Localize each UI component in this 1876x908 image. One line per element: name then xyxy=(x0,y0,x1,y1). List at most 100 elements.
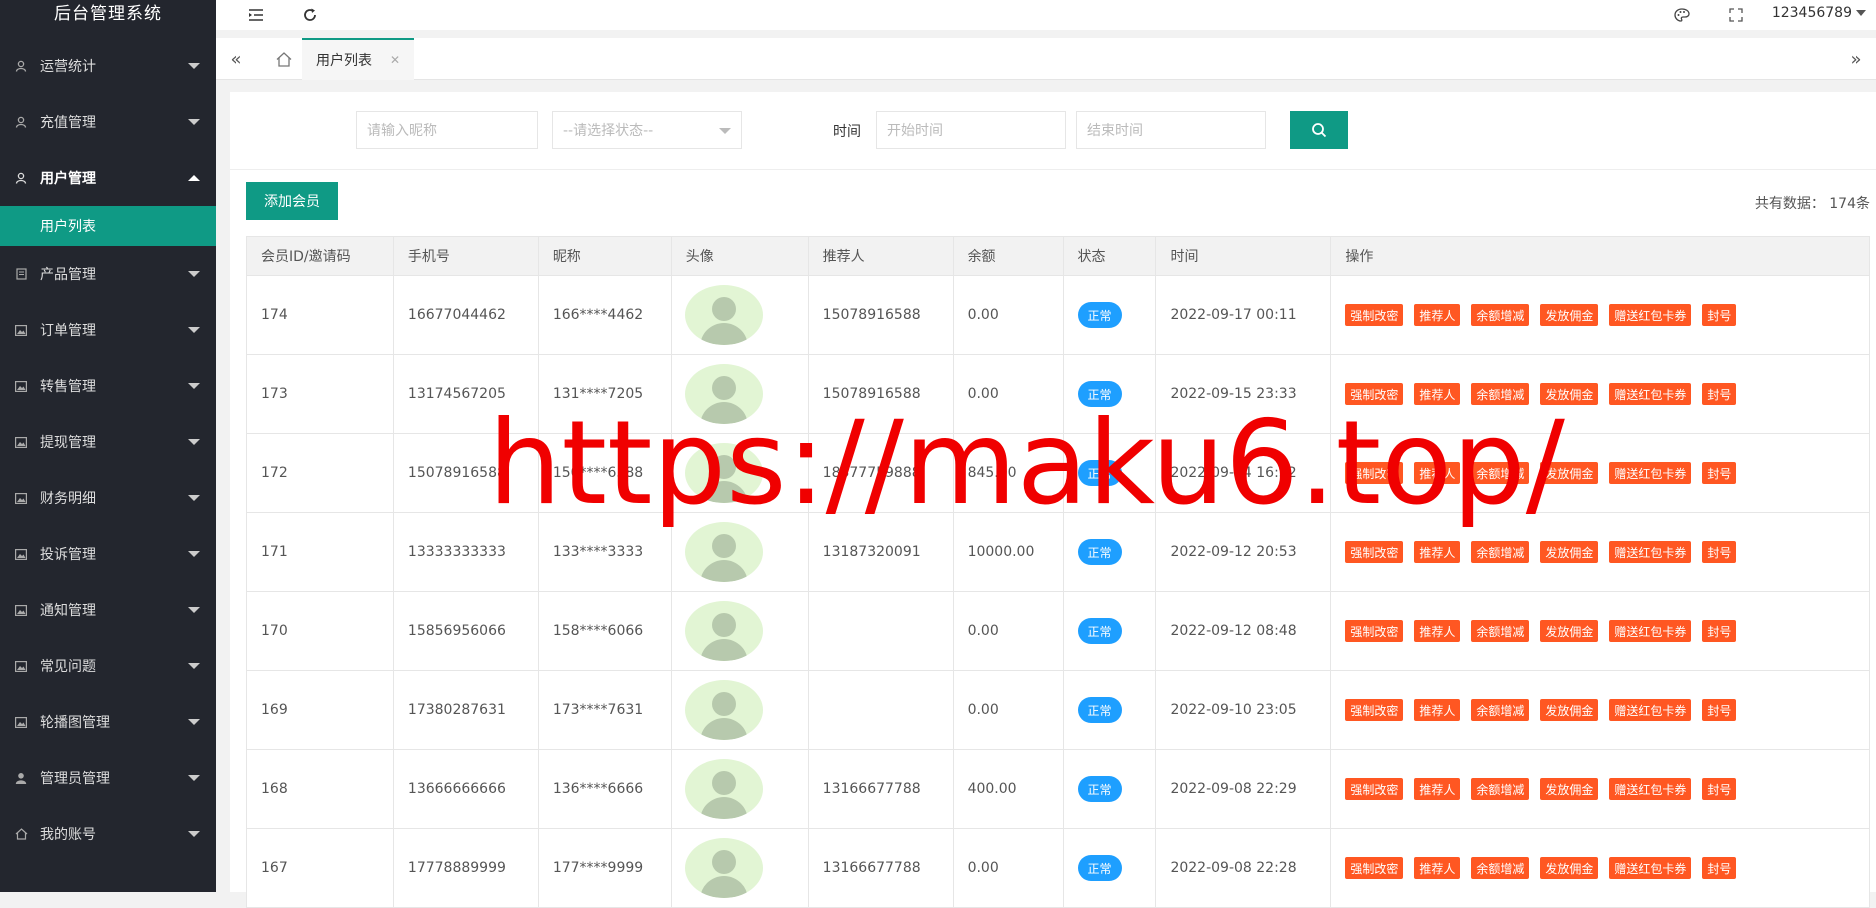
sidebar-item-banners[interactable]: 轮播图管理 xyxy=(0,694,216,750)
status-select[interactable]: --请选择状态-- xyxy=(552,111,742,149)
set-referrer-button[interactable]: 推荐人 xyxy=(1414,778,1461,800)
sidebar-item-withdraw[interactable]: 提现管理 xyxy=(0,414,216,470)
menu-toggle-icon[interactable] xyxy=(246,5,266,25)
sidebar-item-complaints[interactable]: 投诉管理 xyxy=(0,526,216,582)
user-icon xyxy=(14,171,28,185)
column-header: 推荐人 xyxy=(809,237,954,275)
search-button[interactable] xyxy=(1290,111,1348,149)
total-count: 共有数据： 174条 xyxy=(1754,196,1870,212)
issue-commission-button[interactable]: 发放佣金 xyxy=(1540,857,1599,879)
home-tab-icon[interactable] xyxy=(264,38,304,80)
tab-user-list[interactable]: 用户列表 ✕ xyxy=(302,38,414,80)
phone-number: 16677044462 xyxy=(394,276,539,354)
start-time-input[interactable]: 开始时间 xyxy=(876,111,1066,149)
sidebar-item-resale[interactable]: 转售管理 xyxy=(0,358,216,414)
gift-coupon-button[interactable]: 赠送红包卡券 xyxy=(1609,462,1692,484)
issue-commission-button[interactable]: 发放佣金 xyxy=(1540,304,1599,326)
chevron-down-icon xyxy=(719,128,731,134)
table-row: 169 17380287631 173****7631 0.00 正常 2022-09-1… xyxy=(246,671,1870,750)
gift-coupon-button[interactable]: 赠送红包卡券 xyxy=(1609,857,1692,879)
tab-bar: « 用户列表 ✕ » xyxy=(216,38,1876,80)
close-icon[interactable]: ✕ xyxy=(390,53,400,67)
adjust-balance-button[interactable]: 余额增减 xyxy=(1471,304,1530,326)
tab-scroll-right-icon[interactable]: » xyxy=(1838,38,1874,80)
image-icon xyxy=(14,491,28,505)
sidebar-item-notices[interactable]: 通知管理 xyxy=(0,582,216,638)
ban-account-button[interactable]: 封号 xyxy=(1702,541,1737,563)
chevron-down-icon xyxy=(188,775,200,781)
ban-account-button[interactable]: 封号 xyxy=(1702,699,1737,721)
created-time: 2022-09-12 08:48 xyxy=(1156,592,1332,670)
filter-bar: 请输入昵称 --请选择状态-- 时间 开始时间 结束时间 xyxy=(230,92,1876,170)
ban-account-button[interactable]: 封号 xyxy=(1702,778,1737,800)
force-reset-password-button[interactable]: 强制改密 xyxy=(1345,304,1404,326)
force-reset-password-button[interactable]: 强制改密 xyxy=(1345,620,1404,642)
created-time: 2022-09-10 23:05 xyxy=(1156,671,1332,749)
user-menu[interactable]: 123456789 xyxy=(1772,5,1866,21)
adjust-balance-button[interactable]: 余额增减 xyxy=(1471,699,1530,721)
sidebar-item-products[interactable]: 产品管理 xyxy=(0,246,216,302)
balance: 400.00 xyxy=(954,750,1064,828)
issue-commission-button[interactable]: 发放佣金 xyxy=(1540,541,1599,563)
status-badge: 正常 xyxy=(1077,539,1122,565)
avatar xyxy=(684,522,763,582)
adjust-balance-button[interactable]: 余额增减 xyxy=(1471,620,1530,642)
refresh-icon[interactable] xyxy=(300,5,320,25)
fullscreen-icon[interactable] xyxy=(1726,5,1746,25)
adjust-balance-button[interactable]: 余额增减 xyxy=(1471,857,1530,879)
issue-commission-button[interactable]: 发放佣金 xyxy=(1540,620,1599,642)
referrer: 13166677788 xyxy=(809,829,954,907)
ban-account-button[interactable]: 封号 xyxy=(1702,304,1737,326)
sidebar-item-faq[interactable]: 常见问题 xyxy=(0,638,216,694)
phone-number: 17380287631 xyxy=(394,671,539,749)
sidebar-item-label: 转售管理 xyxy=(40,379,96,395)
ban-account-button[interactable]: 封号 xyxy=(1702,620,1737,642)
set-referrer-button[interactable]: 推荐人 xyxy=(1414,620,1461,642)
theme-palette-icon[interactable] xyxy=(1672,5,1692,25)
sidebar-item-orders[interactable]: 订单管理 xyxy=(0,302,216,358)
set-referrer-button[interactable]: 推荐人 xyxy=(1414,304,1461,326)
column-header: 头像 xyxy=(672,237,809,275)
force-reset-password-button[interactable]: 强制改密 xyxy=(1345,857,1404,879)
referrer: 13166677788 xyxy=(809,750,954,828)
sidebar-item-operations[interactable]: 运营统计 xyxy=(0,38,216,94)
nickname-input[interactable]: 请输入昵称 xyxy=(356,111,538,149)
add-member-button[interactable]: 添加会员 xyxy=(246,182,338,220)
ban-account-button[interactable]: 封号 xyxy=(1702,462,1737,484)
force-reset-password-button[interactable]: 强制改密 xyxy=(1345,541,1404,563)
app-logo-title: 后台管理系统 xyxy=(54,4,162,24)
gift-coupon-button[interactable]: 赠送红包卡券 xyxy=(1609,620,1692,642)
sidebar-subitem-user-list[interactable]: 用户列表 xyxy=(0,206,216,246)
member-id: 172 xyxy=(247,434,394,512)
phone-number: 17778889999 xyxy=(394,829,539,907)
adjust-balance-button[interactable]: 余额增减 xyxy=(1471,778,1530,800)
adjust-balance-button[interactable]: 余额增减 xyxy=(1471,541,1530,563)
status-badge: 正常 xyxy=(1077,855,1122,881)
issue-commission-button[interactable]: 发放佣金 xyxy=(1540,778,1599,800)
gift-coupon-button[interactable]: 赠送红包卡券 xyxy=(1609,778,1692,800)
gift-coupon-button[interactable]: 赠送红包卡券 xyxy=(1609,541,1692,563)
gift-coupon-button[interactable]: 赠送红包卡券 xyxy=(1609,699,1692,721)
sidebar: 后台管理系统 运营统计 充值管理 用户管理 用户列表 产品管理 订单管理 转售管… xyxy=(0,0,216,892)
sidebar-item-admins[interactable]: 管理员管理 xyxy=(0,750,216,806)
chevron-down-icon xyxy=(188,719,200,725)
gift-coupon-button[interactable]: 赠送红包卡券 xyxy=(1609,383,1692,405)
set-referrer-button[interactable]: 推荐人 xyxy=(1414,541,1461,563)
sidebar-item-finance[interactable]: 财务明细 xyxy=(0,470,216,526)
sidebar-item-users[interactable]: 用户管理 xyxy=(0,150,216,206)
ban-account-button[interactable]: 封号 xyxy=(1702,383,1737,405)
ban-account-button[interactable]: 封号 xyxy=(1702,857,1737,879)
tab-scroll-left-icon[interactable]: « xyxy=(218,38,254,80)
force-reset-password-button[interactable]: 强制改密 xyxy=(1345,699,1404,721)
avatar xyxy=(684,759,763,819)
set-referrer-button[interactable]: 推荐人 xyxy=(1414,857,1461,879)
sidebar-item-recharge[interactable]: 充值管理 xyxy=(0,94,216,150)
sidebar-item-label: 轮播图管理 xyxy=(40,715,110,731)
end-time-input[interactable]: 结束时间 xyxy=(1076,111,1266,149)
set-referrer-button[interactable]: 推荐人 xyxy=(1414,699,1461,721)
gift-coupon-button[interactable]: 赠送红包卡券 xyxy=(1609,304,1692,326)
sidebar-item-my-account[interactable]: 我的账号 xyxy=(0,806,216,862)
avatar-cell xyxy=(672,750,809,828)
force-reset-password-button[interactable]: 强制改密 xyxy=(1345,778,1404,800)
issue-commission-button[interactable]: 发放佣金 xyxy=(1540,699,1599,721)
